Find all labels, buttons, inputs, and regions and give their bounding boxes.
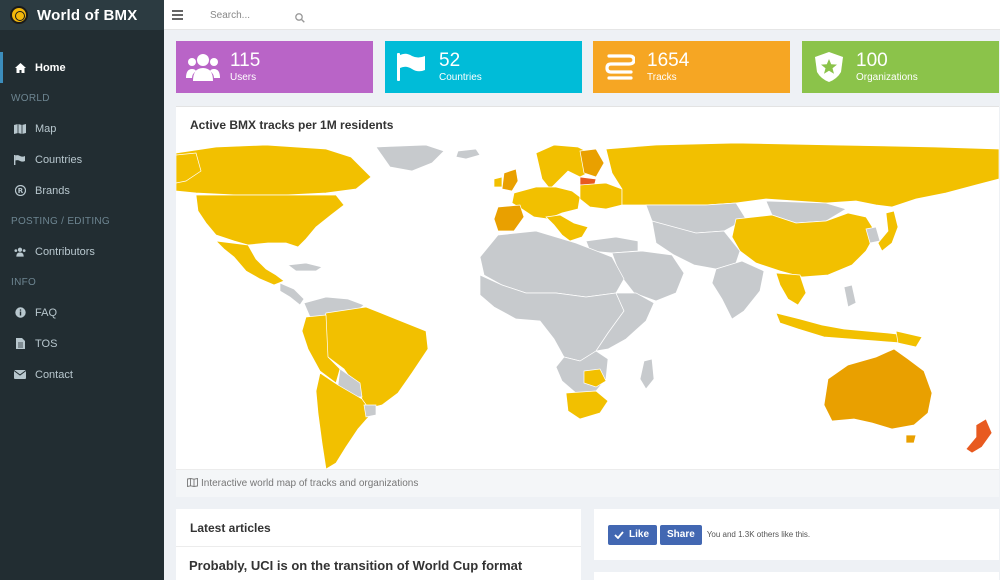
users-icon xyxy=(14,246,26,258)
sidebar-item-label: FAQ xyxy=(35,306,58,319)
stat-box-users[interactable]: 115 Users xyxy=(176,41,373,93)
next-card xyxy=(594,572,999,580)
stat-value: 52 xyxy=(439,49,461,71)
articles-title: Latest articles xyxy=(176,509,581,547)
search-box xyxy=(196,4,308,26)
check-icon xyxy=(614,530,624,539)
stat-label: Countries xyxy=(439,71,482,83)
envelope-icon xyxy=(14,369,26,381)
sidebar-nav: Home WORLD Map Countries R Brands POSTIN… xyxy=(0,52,164,390)
map-card: Active BMX tracks per 1M residents Inter… xyxy=(176,106,999,497)
brand[interactable]: World of BMX xyxy=(0,0,164,30)
bmx-logo-icon xyxy=(10,6,28,24)
sidebar-item-contact[interactable]: Contact xyxy=(0,359,164,390)
map-region-russia[interactable] xyxy=(605,143,999,208)
map-region-madagascar[interactable] xyxy=(639,358,655,390)
sidebar-item-home[interactable]: Home xyxy=(0,52,164,83)
badge-star-icon xyxy=(812,50,846,84)
map-region-iberia[interactable] xyxy=(493,204,525,232)
app-title: World of BMX xyxy=(37,6,138,24)
map-region-new-zealand[interactable] xyxy=(965,418,993,454)
map-footer-text: Interactive world map of tracks and orga… xyxy=(201,478,419,489)
map-region-indonesia[interactable] xyxy=(775,312,907,344)
sidebar-item-contributors[interactable]: Contributors xyxy=(0,236,164,267)
sidebar-item-label: Contact xyxy=(35,368,73,381)
map-region-south-africa[interactable] xyxy=(565,390,609,420)
sidebar-item-countries[interactable]: Countries xyxy=(0,144,164,175)
road-icon xyxy=(603,50,637,84)
sidebar-item-tos[interactable]: TOS xyxy=(0,328,164,359)
stat-box-organizations[interactable]: 100 Organizations xyxy=(802,41,999,93)
facebook-like-box: Like Share You and 1.3K others like this… xyxy=(594,509,999,560)
map-footer: Interactive world map of tracks and orga… xyxy=(176,469,999,497)
map-region-japan[interactable] xyxy=(877,210,899,252)
search-icon[interactable] xyxy=(295,10,305,28)
sidebar-item-label: Countries xyxy=(35,153,83,166)
share-button[interactable]: Share xyxy=(660,524,702,545)
top-bar xyxy=(164,0,1000,30)
map-icon xyxy=(14,123,26,135)
article-link[interactable]: Probably, UCI is on the transition of Wo… xyxy=(176,547,581,573)
map-outline-icon xyxy=(187,477,201,490)
sidebar-item-brands[interactable]: R Brands xyxy=(0,175,164,206)
stat-value: 1654 xyxy=(647,49,690,71)
map-region-canada[interactable] xyxy=(176,144,372,196)
map-region-philippines[interactable] xyxy=(843,284,857,308)
stat-box-countries[interactable]: 52 Countries xyxy=(385,41,582,93)
stat-label: Organizations xyxy=(856,71,918,83)
map-region-papua[interactable] xyxy=(895,330,923,348)
info-icon xyxy=(14,307,26,319)
like-label: Like xyxy=(629,529,650,540)
map-region-southeast-asia[interactable] xyxy=(775,272,807,306)
map-region-mexico[interactable] xyxy=(215,240,285,286)
menu-toggle-icon[interactable] xyxy=(172,10,183,20)
map-region-tasmania[interactable] xyxy=(905,434,917,444)
sidebar-header-world: WORLD xyxy=(11,92,50,104)
map-region-greenland[interactable] xyxy=(375,144,445,172)
map-region-central-america[interactable] xyxy=(279,282,305,306)
map-region-ireland[interactable] xyxy=(493,176,503,188)
svg-text:R: R xyxy=(17,187,23,195)
sidebar-item-faq[interactable]: FAQ xyxy=(0,297,164,328)
map-region-uruguay[interactable] xyxy=(363,404,377,418)
home-icon xyxy=(14,62,26,74)
world-map[interactable] xyxy=(176,143,999,469)
sidebar-header-info: INFO xyxy=(11,276,37,288)
stat-value: 100 xyxy=(856,49,888,71)
like-count-text: You and 1.3K others like this. xyxy=(706,530,811,539)
registered-icon: R xyxy=(14,185,26,197)
like-button[interactable]: Like xyxy=(608,524,658,545)
stat-value: 115 xyxy=(230,49,261,71)
map-region-india[interactable] xyxy=(711,260,765,320)
sidebar: World of BMX Home WORLD Map Countries R xyxy=(0,0,164,580)
flag-icon xyxy=(395,50,429,84)
stat-label: Users xyxy=(230,71,257,83)
flag-icon xyxy=(14,154,26,166)
document-icon xyxy=(14,338,26,350)
sidebar-item-label: TOS xyxy=(35,337,58,350)
map-region-eastern-europe[interactable] xyxy=(579,182,623,210)
sidebar-item-label: Home xyxy=(35,61,66,74)
map-region-uk[interactable] xyxy=(501,168,519,192)
sidebar-item-label: Map xyxy=(35,122,57,135)
stat-label: Tracks xyxy=(647,71,677,83)
map-region-iceland[interactable] xyxy=(455,148,481,160)
sidebar-item-label: Contributors xyxy=(35,245,95,258)
sidebar-item-map[interactable]: Map xyxy=(0,113,164,144)
sidebar-item-label: Brands xyxy=(35,184,70,197)
sidebar-header-posting: POSTING / EDITING xyxy=(11,215,110,227)
map-title: Active BMX tracks per 1M residents xyxy=(190,118,394,132)
map-region-usa[interactable] xyxy=(195,194,345,248)
latest-articles-card: Latest articles Probably, UCI is on the … xyxy=(176,509,581,580)
search-input[interactable] xyxy=(196,9,286,21)
users-icon xyxy=(186,50,220,84)
stat-box-tracks[interactable]: 1654 Tracks xyxy=(593,41,790,93)
map-region-australia[interactable] xyxy=(823,348,933,430)
map-region-caribbean[interactable] xyxy=(287,262,323,272)
